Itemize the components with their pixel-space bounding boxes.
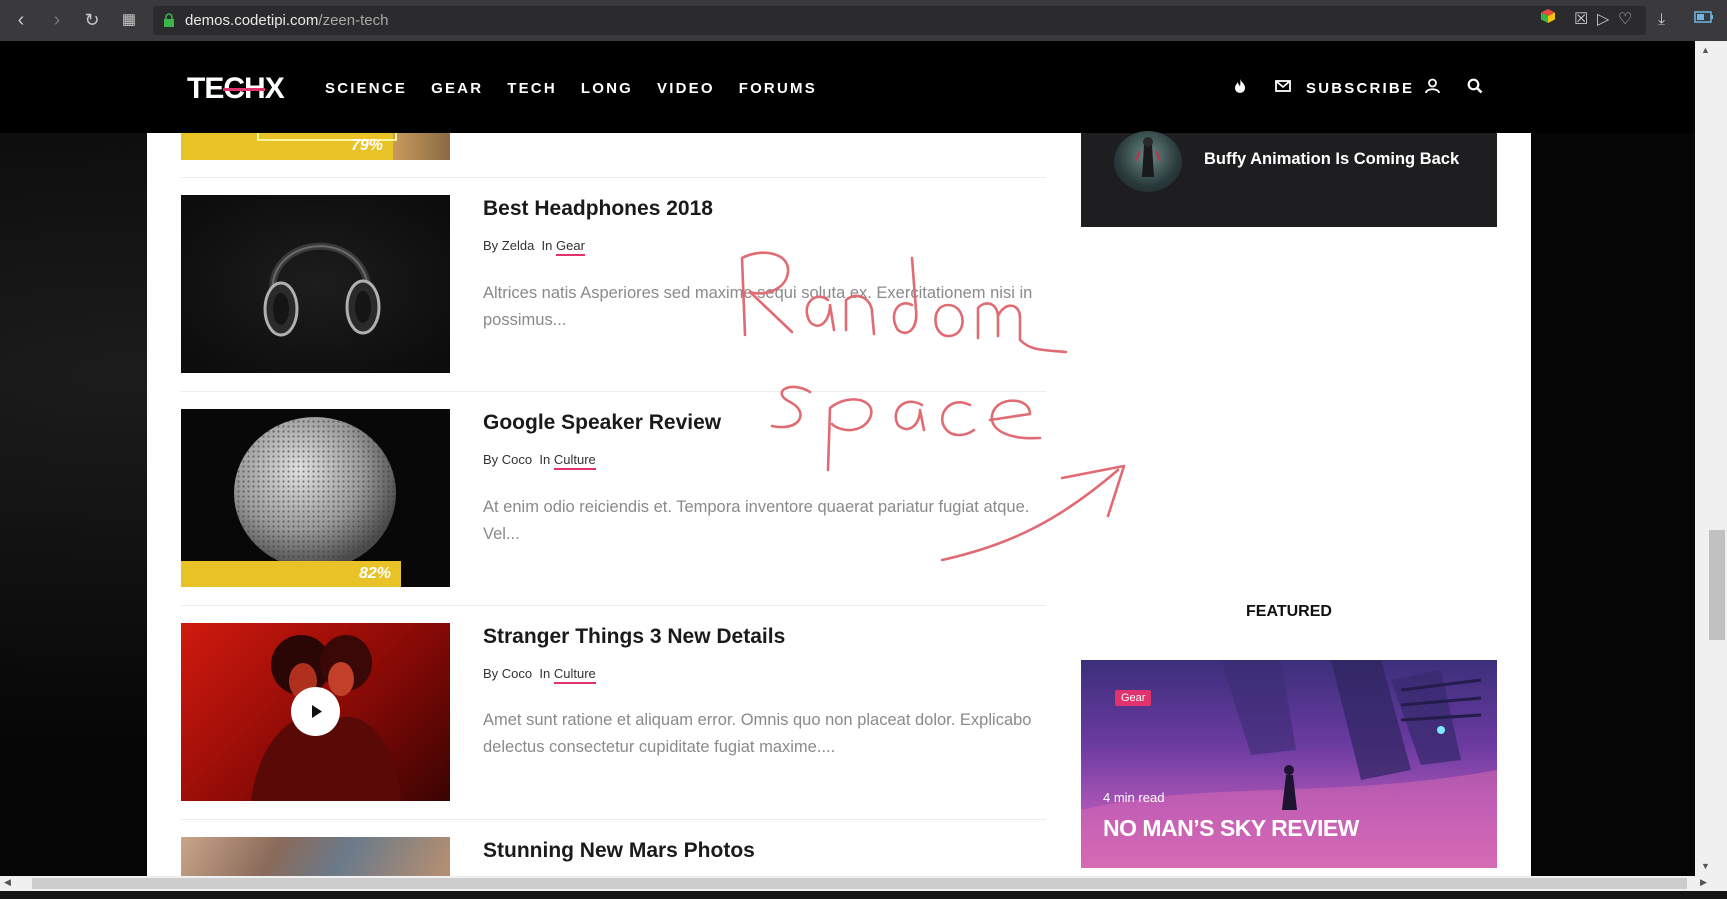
address-bar[interactable]: demos.codetipi.com/zeen-tech (153, 6, 1646, 35)
heart-icon[interactable]: ♡ (1618, 8, 1632, 32)
tabs-grid-icon[interactable]: ▦ (117, 8, 141, 32)
nav-forums[interactable]: FORUMS (739, 80, 817, 97)
article-thumbnail-partial[interactable]: 79% (181, 133, 450, 160)
flame-icon[interactable] (1233, 78, 1247, 99)
play-icon (312, 705, 322, 718)
nav-gear[interactable]: GEAR (431, 80, 483, 97)
battery-icon[interactable] (1694, 8, 1714, 32)
url-text: demos.codetipi.com/zeen-tech (185, 12, 389, 29)
trending-title[interactable]: Buffy Animation Is Coming Back (1204, 150, 1459, 169)
main-navigation: SCIENCE GEAR TECH LONG VIDEO FORUMS (325, 80, 841, 97)
scroll-up-icon[interactable]: ▲ (1701, 45, 1710, 55)
article-category[interactable]: Culture (553, 666, 596, 684)
article-in: In (541, 238, 553, 253)
article-category[interactable]: Gear (556, 238, 585, 256)
article-author[interactable]: By Coco (483, 666, 532, 681)
featured-card[interactable]: Gear 4 min read NO MAN’S SKY REVIEW (1081, 660, 1497, 868)
category-badge[interactable]: Gear (1115, 690, 1152, 706)
lock-icon (164, 13, 174, 27)
article-author[interactable]: By Zelda (483, 238, 534, 253)
back-icon[interactable]: ‹ (9, 8, 33, 32)
article-title[interactable]: Google Speaker Review (483, 411, 721, 435)
article-meta: By Coco In Culture (483, 666, 596, 684)
shield-icon[interactable]: ☒ (1574, 8, 1588, 32)
review-score-bar: 82% (181, 561, 401, 587)
article-title[interactable]: Best Headphones 2018 (483, 197, 713, 221)
article-thumbnail-mars[interactable] (181, 837, 450, 876)
article-author[interactable]: By Coco (483, 452, 532, 467)
trending-thumbnail[interactable] (1114, 131, 1182, 192)
featured-heading: FEATURED (1246, 603, 1332, 620)
nav-science[interactable]: SCIENCE (325, 80, 407, 97)
article-title[interactable]: Stunning New Mars Photos (483, 839, 755, 863)
featured-title[interactable]: NO MAN’S SKY REVIEW (1103, 815, 1359, 842)
vertical-scrollbar[interactable]: ▲ ▼ (1695, 41, 1727, 876)
user-icon[interactable] (1425, 78, 1440, 99)
read-time: 4 min read (1103, 790, 1165, 805)
nav-tech[interactable]: TECH (507, 80, 557, 97)
search-icon[interactable] (1467, 78, 1483, 99)
nav-video[interactable]: VIDEO (657, 80, 715, 97)
article-in: In (539, 452, 551, 467)
send-icon[interactable]: ▷ (1597, 8, 1609, 32)
nav-long[interactable]: LONG (581, 80, 633, 97)
article-excerpt: Amet sunt ratione et aliquam error. Omni… (483, 711, 1032, 756)
scroll-right-icon[interactable]: ▶ (1700, 877, 1707, 888)
article-excerpt: Altrices natis Asperiores sed maxime seq… (483, 284, 1033, 329)
divider (181, 391, 1046, 392)
download-icon[interactable]: ⤓ (1658, 8, 1665, 32)
divider (181, 605, 1046, 606)
play-button[interactable] (291, 687, 340, 736)
article-thumbnail-headphones[interactable] (181, 195, 450, 373)
article-meta: By Coco In Culture (483, 452, 596, 470)
mail-icon[interactable] (1275, 79, 1291, 98)
vertical-scroll-thumb[interactable] (1709, 530, 1725, 640)
horizontal-scroll-thumb[interactable] (32, 878, 1687, 889)
article-thumbnail-stranger-things[interactable] (181, 623, 450, 801)
score-label: 82% (358, 565, 391, 582)
divider (181, 819, 1046, 820)
article-thumbnail-speaker[interactable]: 82% (181, 409, 450, 587)
scroll-down-icon[interactable]: ▼ (1701, 861, 1710, 871)
headphones-image (181, 195, 450, 373)
reload-icon[interactable]: ↻ (80, 8, 104, 32)
site-logo[interactable]: TECHX (187, 72, 285, 106)
article-in: In (539, 666, 551, 681)
forward-icon[interactable]: › (45, 8, 69, 32)
scroll-left-icon[interactable]: ◀ (4, 877, 11, 888)
score-label: 79% (351, 137, 384, 154)
divider (181, 177, 1046, 178)
article-meta: By Zelda In Gear (483, 238, 585, 256)
extension-cube-icon[interactable] (1540, 8, 1556, 32)
browser-toolbar: ‹ › ↻ ▦ demos.codetipi.com/zeen-tech ☒ ▷… (0, 0, 1727, 41)
subscribe-link[interactable]: SUBSCRIBE (1306, 80, 1414, 97)
article-excerpt: At enim odio reiciendis et. Tempora inve… (483, 498, 1030, 543)
article-title[interactable]: Stranger Things 3 New Details (483, 625, 785, 649)
article-category[interactable]: Culture (553, 452, 596, 470)
taskbar (0, 891, 1727, 899)
